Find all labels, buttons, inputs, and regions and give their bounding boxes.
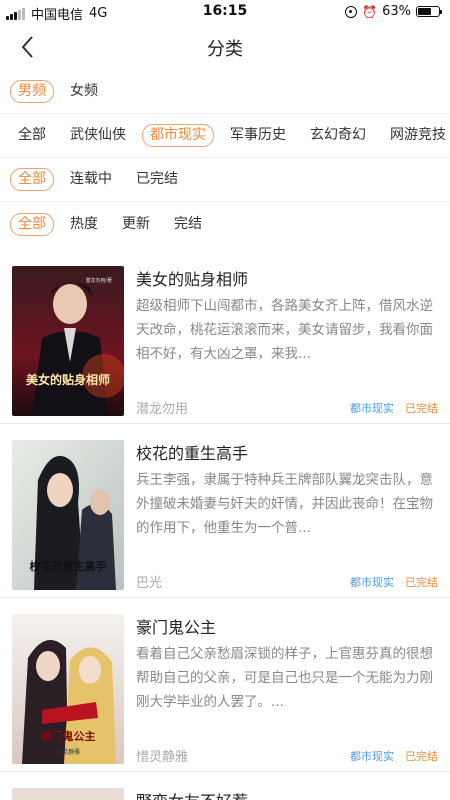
book-genre-tag: 都市现实 bbox=[350, 750, 394, 763]
filter-genre-gaming[interactable]: 网游竞技 bbox=[382, 124, 450, 147]
nav-bar: 分类 bbox=[0, 24, 450, 70]
book-description: 兵王李强，隶属于特种兵王牌部队翼龙突击队，意外撞破未婚妻与奸夫的奸情，并因此丧命… bbox=[136, 472, 433, 536]
filter-genre-fantasy[interactable]: 玄幻奇幻 bbox=[302, 124, 374, 147]
filter-progress-row: 全部 连载中 已完结 bbox=[0, 158, 450, 202]
book-status-tag: 已完结 bbox=[405, 402, 438, 415]
book-title: 野蛮女友不好惹 bbox=[136, 788, 248, 800]
filter-sort-row: 全部 热度 更新 完结 bbox=[0, 202, 450, 246]
book-item[interactable]: 野蛮女友不好惹 bbox=[0, 772, 450, 800]
filter-genre-urban[interactable]: 都市现实 bbox=[142, 124, 214, 147]
book-item[interactable]: 美女的贴身相师 潜龙勿用/著 美女的贴身相师 超级相师下山闯都市，各路美女齐上阵… bbox=[0, 250, 450, 424]
book-author: 惜灵静雅 bbox=[136, 750, 189, 765]
filter-genre-military[interactable]: 军事历史 bbox=[222, 124, 294, 147]
filter-progress-ongoing[interactable]: 连载中 bbox=[62, 168, 120, 191]
filter-sort-completed[interactable]: 完结 bbox=[166, 213, 210, 236]
book-author: 潜龙勿用 bbox=[136, 402, 189, 417]
cover-author: 巴光/著 bbox=[58, 576, 78, 584]
book-title: 美女的贴身相师 bbox=[136, 270, 249, 289]
filter-gender-female[interactable]: 女频 bbox=[62, 80, 106, 103]
book-description: 看着自己父亲愁眉深锁的样子，上官惠芬真的很想帮助自己的父亲，可是自己也只是一个无… bbox=[136, 646, 433, 710]
cover-author: 潜龙勿用/著 bbox=[85, 277, 112, 284]
cover-title: 校花的重生高手 bbox=[30, 559, 107, 573]
book-status-tag: 已完结 bbox=[405, 576, 438, 589]
book-description: 超级相师下山闯都市，各路美女齐上阵，借风水逆天改命，桃花运滚滚而来，美女请留步，… bbox=[136, 298, 433, 362]
filter-gender-male[interactable]: 男频 bbox=[10, 80, 54, 103]
orientation-lock-icon bbox=[345, 5, 358, 18]
battery-percent: 63% bbox=[382, 4, 411, 19]
status-bar: 中国电信 4G 16:15 ⏰ 63% bbox=[0, 0, 450, 24]
book-cover: 豪门鬼公主 惜灵静雅 bbox=[12, 614, 124, 764]
cover-title: 豪门鬼公主 bbox=[41, 729, 96, 743]
book-title: 豪门鬼公主 bbox=[136, 618, 217, 637]
status-right: ⏰ 63% bbox=[345, 4, 442, 19]
cover-author: 惜灵静雅 bbox=[56, 748, 80, 756]
page-title: 分类 bbox=[207, 39, 243, 60]
book-item[interactable]: 豪门鬼公主 惜灵静雅 豪门鬼公主 看着自己父亲愁眉深锁的样子，上官惠芬真的很想帮… bbox=[0, 598, 450, 772]
book-genre-tag: 都市现实 bbox=[350, 402, 394, 415]
alarm-icon: ⏰ bbox=[362, 4, 378, 19]
book-author: 巴光 bbox=[136, 576, 163, 591]
book-cover bbox=[12, 788, 124, 800]
book-genre-tag: 都市现实 bbox=[350, 576, 394, 589]
cover-title: 美女的贴身相师 bbox=[26, 372, 110, 387]
filter-sort-popularity[interactable]: 热度 bbox=[62, 213, 106, 236]
book-list: 美女的贴身相师 潜龙勿用/著 美女的贴身相师 超级相师下山闯都市，各路美女齐上阵… bbox=[0, 250, 450, 800]
book-title: 校花的重生高手 bbox=[136, 444, 249, 463]
filter-gender-row: 男频 女频 bbox=[0, 70, 450, 114]
filter-progress-all[interactable]: 全部 bbox=[10, 168, 54, 191]
filter-sort-all[interactable]: 全部 bbox=[10, 212, 54, 236]
battery-icon bbox=[416, 6, 442, 17]
filter-progress-finished[interactable]: 已完结 bbox=[128, 168, 186, 191]
book-cover: 校花的重生高手 巴光/著 bbox=[12, 440, 124, 590]
book-cover: 美女的贴身相师 潜龙勿用/著 bbox=[12, 266, 124, 416]
filter-genre-wuxia[interactable]: 武侠仙侠 bbox=[62, 124, 134, 147]
filter-genre-all[interactable]: 全部 bbox=[10, 124, 54, 147]
book-item[interactable]: 校花的重生高手 巴光/著 校花的重生高手 兵王李强，隶属于特种兵王牌部队翼龙突击… bbox=[0, 424, 450, 598]
filter-genre-row: 全部 武侠仙侠 都市现实 军事历史 玄幻奇幻 网游竞技 bbox=[0, 114, 450, 158]
filter-sort-updated[interactable]: 更新 bbox=[114, 213, 158, 236]
book-status-tag: 已完结 bbox=[405, 750, 438, 763]
